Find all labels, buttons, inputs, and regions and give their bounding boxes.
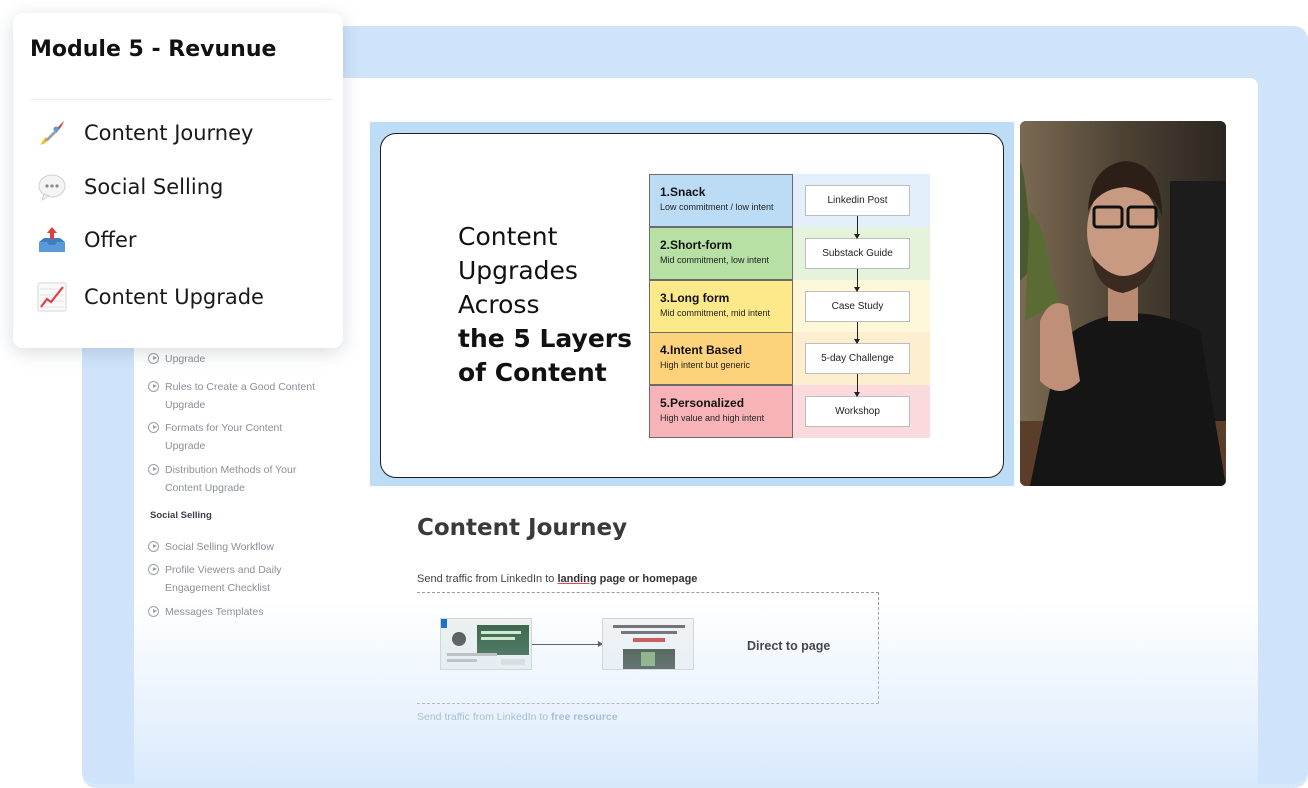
lesson-label: Formats for Your Content Upgrade [165,422,283,452]
layer-step: Case Study [793,280,930,333]
module-menu: Module 5 - Revunue Content Journey Socia… [13,13,343,348]
slide-title-line: Content [458,222,558,251]
module-title: Module 5 - Revunue [30,37,277,62]
module-item-social-selling[interactable]: Social Selling [36,171,223,203]
play-circle-icon [148,353,159,364]
module-item-label: Social Selling [84,175,224,199]
layer-label: 3.Long form Mid commitment, mid intent [649,280,793,333]
traffic-instruction: Send traffic from LinkedIn to landing pa… [417,573,697,585]
layer-label: 4.Intent Based High intent but generic [649,332,793,385]
lesson-label: Upgrade [165,353,206,365]
module-item-label: Content Upgrade [84,285,264,309]
module-item-label: Offer [84,228,137,252]
layer-label: 5.Personalized High value and high inten… [649,385,793,438]
presenter-photo [1020,121,1226,486]
layer-step: Substack Guide [793,227,930,280]
down-arrow-icon [854,216,860,239]
direct-to-page-label: Direct to page [747,639,831,653]
step-box: Workshop [805,396,910,427]
slide-title: Content Upgrades Across the 5 Layers of … [458,220,632,390]
lesson-item[interactable]: Formats for Your Content Upgrade [148,419,348,455]
slide-title-bold-line: the 5 Layers [458,324,632,353]
step-box: Substack Guide [805,238,910,269]
lesson-label: Profile Viewers and Daily Engagement Che… [165,564,282,594]
chart-increasing-icon [36,281,68,313]
module-item-content-upgrade[interactable]: Content Upgrade [36,281,264,313]
speech-bubble-icon [36,171,68,203]
divider [30,99,333,100]
traffic-instruction-2: Send traffic from LinkedIn to free resou… [417,711,618,723]
slide-title-line: Across [458,290,540,319]
layer-title: 4.Intent Based [660,343,743,357]
instruction-highlight: landing [557,573,597,585]
lesson-label: Rules to Create a Good Content Upgrade [165,381,316,411]
content-layers-diagram: 1.Snack Low commitment / low intent Link… [649,174,930,438]
layer-step: Linkedin Post [793,174,930,227]
down-arrow-icon [854,322,860,344]
lesson-item[interactable]: Distribution Methods of Your Content Upg… [148,461,348,497]
lesson-item[interactable]: Profile Viewers and Daily Engagement Che… [148,561,348,597]
layer-title: 2.Short-form [660,238,732,252]
step-box: Case Study [805,291,910,322]
landing-page-preview [613,625,685,669]
play-circle-icon [148,564,159,575]
layer-title: 3.Long form [660,291,730,305]
screenshot: Upgrade Rules to Create a Good Content U… [0,0,1308,788]
layer-label: 1.Snack Low commitment / low intent [649,174,793,227]
lesson-label: Distribution Methods of Your Content Upg… [165,464,297,494]
instruction-bold: page or homepage [596,573,698,585]
down-arrow-icon [854,374,860,397]
layer-subtitle: High intent but generic [660,360,751,370]
lesson-item[interactable]: Upgrade [148,350,348,368]
slide-title-line: Upgrades [458,256,578,285]
layer-subtitle: Low commitment / low intent [660,202,774,212]
step-box: Linkedin Post [805,185,910,216]
presenter-webcam [1020,121,1226,486]
lesson-label: Messages Templates [165,606,264,618]
play-circle-icon [148,606,159,617]
instruction-text: Send traffic from LinkedIn to [417,711,552,723]
instruction-text: Send traffic from LinkedIn to [417,573,558,585]
linkedin-post-preview [437,618,529,665]
module-item-label: Content Journey [84,121,254,145]
layer-title: 1.Snack [660,185,706,199]
landing-page-thumbnail [602,618,694,670]
down-arrow-icon [854,269,860,292]
lesson-item[interactable]: Social Selling Workflow [148,538,348,556]
layer-step: 5-day Challenge [793,332,930,385]
lesson-label: Social Selling Workflow [165,541,274,553]
module-item-content-journey[interactable]: Content Journey [36,117,253,149]
play-circle-icon [148,422,159,433]
rocket-icon [36,117,68,149]
play-circle-icon [148,464,159,475]
section-heading: Content Journey [417,515,628,541]
lesson-item[interactable]: Messages Templates [148,603,348,621]
outbox-tray-icon [36,224,68,256]
layer-subtitle: Mid commitment, low intent [660,255,770,265]
module-item-offer[interactable]: Offer [36,224,137,256]
linkedin-post-thumbnail [437,618,532,670]
layer-subtitle: High value and high intent [660,413,765,423]
section-heading: Social Selling [150,510,212,521]
layer-title: 5.Personalized [660,396,745,410]
right-arrow-icon [532,641,603,647]
slide-title-bold-line: of Content [458,358,607,387]
lesson-item[interactable]: Rules to Create a Good Content Upgrade [148,378,348,414]
layer-step: Workshop [793,385,930,438]
play-circle-icon [148,541,159,552]
layer-subtitle: Mid commitment, mid intent [660,308,771,318]
instruction-bold: free resource [551,711,618,723]
layer-label: 2.Short-form Mid commitment, low intent [649,227,793,280]
step-box: 5-day Challenge [805,343,910,374]
play-circle-icon [148,381,159,392]
